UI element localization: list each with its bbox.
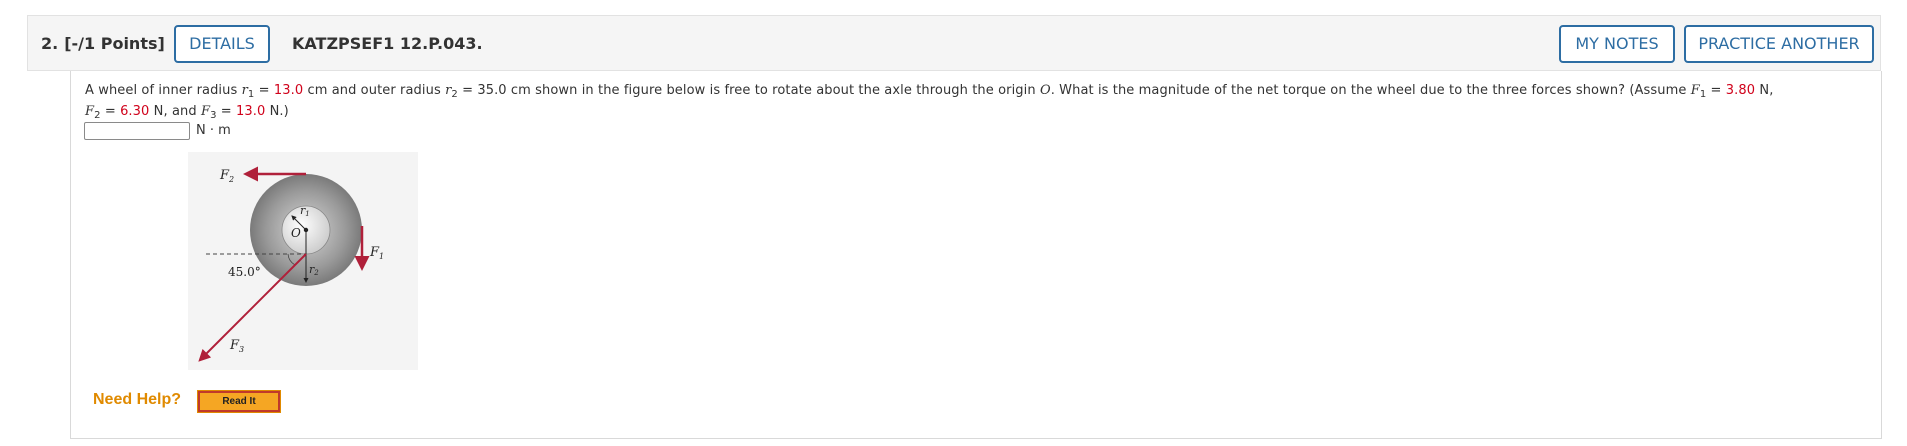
f3-symbol: F [200, 104, 211, 119]
origin-label: O [291, 226, 301, 240]
equals: = [100, 104, 121, 119]
question-header: 2. [-/1 Points] DETAILS KATZPSEF1 12.P.04… [27, 15, 1881, 71]
answer-input[interactable] [84, 122, 190, 140]
equals: = [216, 104, 236, 119]
need-help-label: Need Help? [93, 391, 182, 408]
origin-point [303, 227, 309, 233]
wheel-figure: F2 F1 F3 r1 r2 O 45.0° [188, 152, 418, 370]
question-text: A wheel of inner radius r1 = 13.0 cm and… [85, 80, 1865, 122]
question-text-part: A wheel of inner radius [85, 83, 242, 98]
equals: = [1706, 83, 1726, 98]
question-text-part: . What is the magnitude of the net torqu… [1050, 83, 1691, 98]
question-points: [-/1 Points] [64, 34, 165, 53]
question-text-part: = 35.0 cm shown in the figure below is f… [457, 83, 1040, 98]
f2-symbol: F [85, 104, 95, 119]
question-text-part: N, [1755, 83, 1774, 98]
question-text-part: cm and outer radius [303, 83, 446, 98]
f2-value: 6.30 [120, 104, 150, 119]
read-it-button[interactable]: Read It [197, 390, 281, 413]
question-code: KATZPSEF1 12.P.043. [292, 34, 483, 53]
equals: = [254, 83, 274, 98]
question-text-part: N.) [265, 104, 289, 119]
details-button[interactable]: DETAILS [174, 25, 270, 63]
f3-value: 13.0 [236, 104, 266, 119]
practice-another-button[interactable]: PRACTICE ANOTHER [1684, 25, 1874, 63]
angle-label: 45.0° [228, 265, 261, 279]
origin-symbol: O [1039, 83, 1051, 98]
f1-value: 3.80 [1725, 83, 1756, 98]
question-number: 2. [41, 34, 59, 53]
f1-symbol: F [1690, 83, 1700, 98]
question-text-part: N, and [149, 104, 201, 119]
r1-value: 13.0 [273, 83, 304, 98]
question-number-points: 2. [-/1 Points] [41, 34, 165, 53]
answer-unit: N · m [196, 123, 231, 138]
my-notes-button[interactable]: MY NOTES [1559, 25, 1675, 63]
